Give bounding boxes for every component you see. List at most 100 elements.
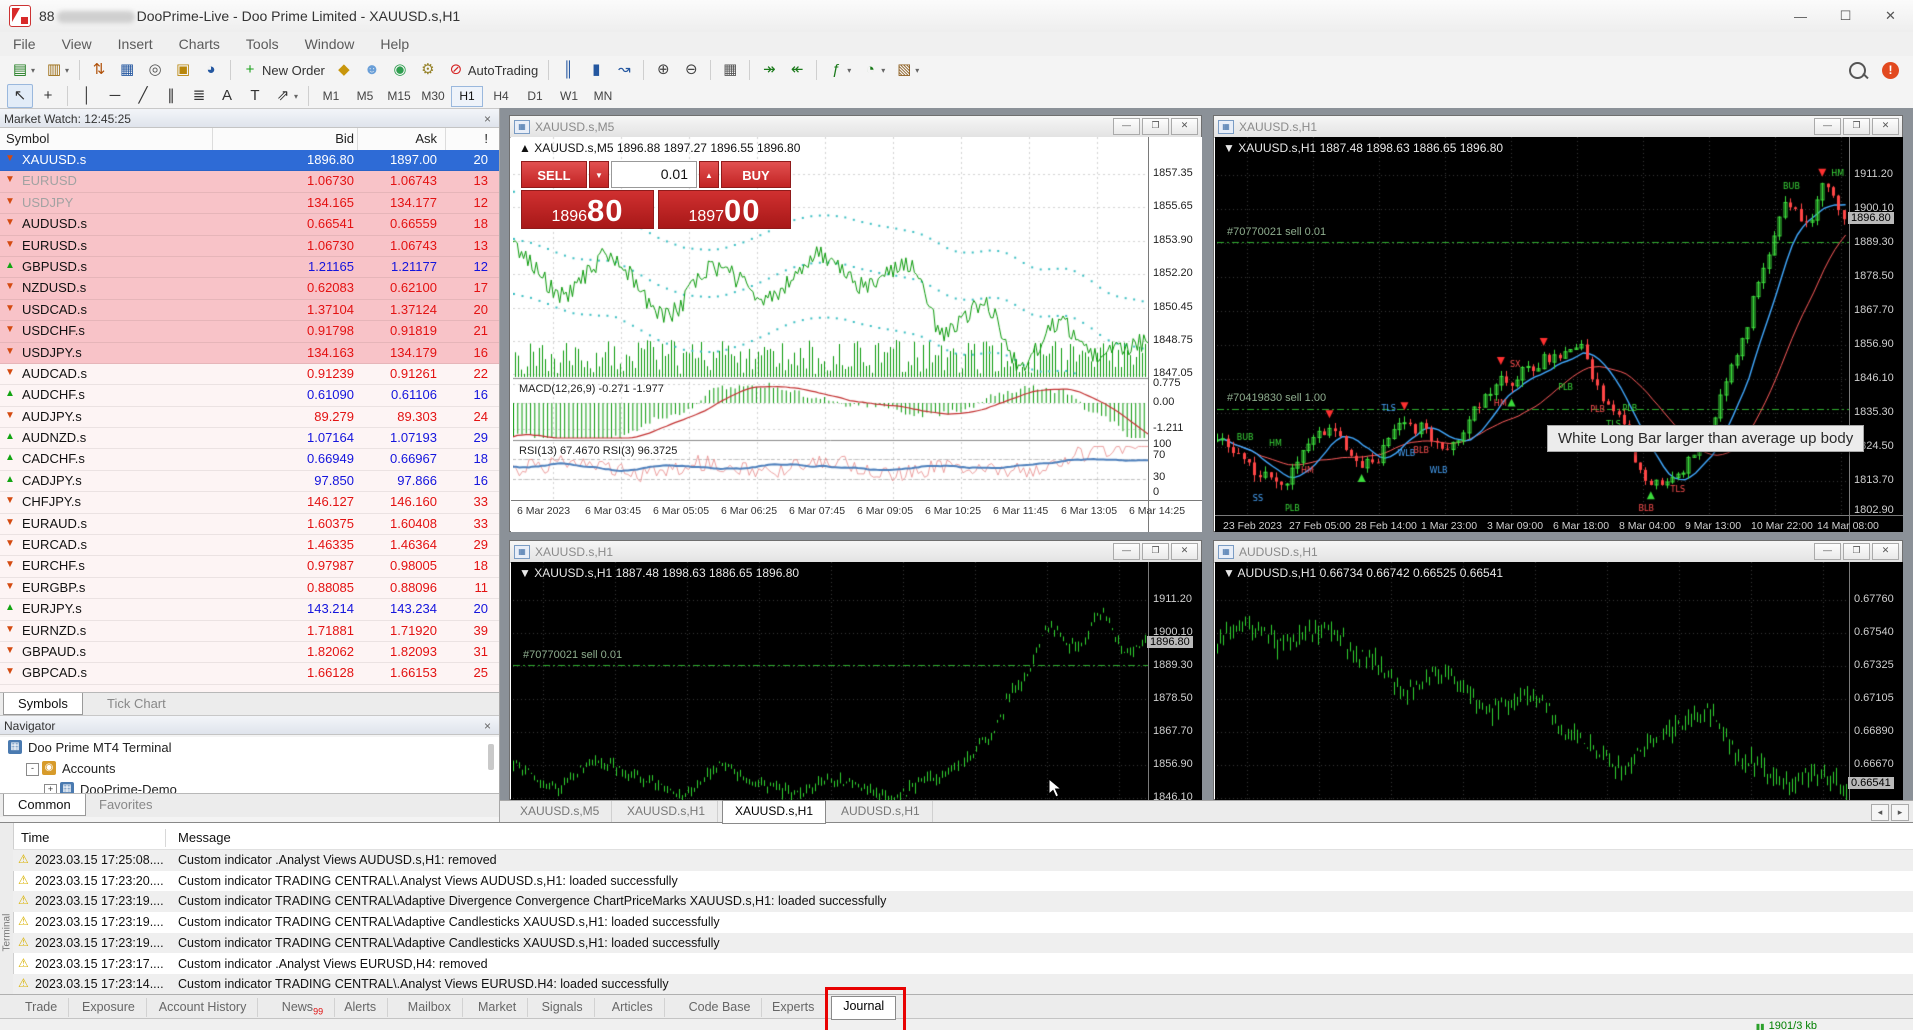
menu-tools[interactable]: Tools	[233, 32, 292, 56]
chart-window-titlebar[interactable]: ▦XAUUSD.s,M5—❐✕	[510, 116, 1201, 138]
trendline-tool[interactable]: ╱	[130, 84, 156, 108]
menu-charts[interactable]: Charts	[166, 32, 233, 56]
navigator-scrollbar[interactable]	[488, 744, 494, 770]
terminal-tab-news[interactable]: News99	[271, 998, 335, 1017]
period-m30[interactable]: M30	[417, 86, 449, 107]
chart-window-1[interactable]: ▦XAUUSD.s,M5—❐✕▲ XAUUSD.s,M5 1896.88 189…	[509, 115, 1202, 532]
label-tool[interactable]: T	[242, 84, 268, 108]
terminal-tab-account-history[interactable]: Account History	[148, 998, 259, 1017]
market-watch-row-eurcad.s[interactable]: ▼EURCAD.s1.463351.4636429	[0, 535, 499, 556]
notification-icon[interactable]: !	[1882, 62, 1899, 79]
market-watch-row-gbpaud.s[interactable]: ▼GBPAUD.s1.820621.8209331	[0, 642, 499, 663]
market-watch-row-eurusd[interactable]: ▼EURUSD1.067301.0674313	[0, 171, 499, 192]
terminal-toggle[interactable]: ▣	[170, 58, 196, 82]
arrows-tool[interactable]: ⇗▾	[270, 84, 302, 108]
terminal-tab-journal[interactable]: Journal	[831, 996, 896, 1020]
chart-window-4[interactable]: ▦AUDUSD.s,H1—❐✕▼ AUDUSD.s,H1 0.66734 0.6…	[1213, 540, 1903, 800]
chart-canvas[interactable]	[513, 562, 1148, 800]
chart-window-titlebar[interactable]: ▦XAUUSD.s,H1—❐✕	[510, 541, 1201, 563]
chart-minimize-button[interactable]: —	[1113, 118, 1140, 135]
column-header-symbol[interactable]: Symbol	[6, 131, 49, 146]
indicators-button[interactable]: ƒ▾	[823, 58, 855, 82]
market-watch-row-audnzd.s[interactable]: ▲AUDNZD.s1.071641.0719329	[0, 428, 499, 449]
market-watch-tab-tick-chart[interactable]: Tick Chart	[93, 693, 180, 715]
market-watch-tab-symbols[interactable]: Symbols	[3, 693, 83, 715]
market-watch-row-audjpy.s[interactable]: ▼AUDJPY.s89.27989.30324	[0, 407, 499, 428]
market-watch-row-chfjpy.s[interactable]: ▼CHFJPY.s146.127146.16033	[0, 492, 499, 513]
cursor-tool[interactable]: ↖	[7, 84, 33, 108]
profiles-button[interactable]: ▥▾	[41, 58, 73, 82]
market-watch-row-audcad.s[interactable]: ▼AUDCAD.s0.912390.9126122	[0, 364, 499, 385]
chart-close-button[interactable]: ✕	[1872, 118, 1899, 135]
column-header-bid[interactable]: Bid	[335, 131, 354, 146]
chart-tab-xauusd.s,h1[interactable]: XAUUSD.s,H1	[722, 800, 826, 824]
search-icon[interactable]	[1849, 62, 1866, 79]
navigator-item-doo-prime-mt4-terminal[interactable]: ▦Doo Prime MT4 Terminal	[0, 737, 499, 758]
market-watch-row-eurnzd.s[interactable]: ▼EURNZD.s1.718811.7192039	[0, 621, 499, 642]
chart-canvas[interactable]	[1217, 137, 1849, 515]
market-watch-toggle[interactable]: ⇅	[86, 58, 112, 82]
terminal-tab-market[interactable]: Market	[467, 998, 528, 1017]
chart-window-2[interactable]: ▦XAUUSD.s,H1—❐✕▼ XAUUSD.s,H1 1887.48 189…	[1213, 115, 1903, 532]
sell-price-display[interactable]: 189680	[521, 190, 654, 229]
chart-tabs-scroll-left[interactable]: ◂	[1871, 804, 1889, 821]
market-watch-row-eurchf.s[interactable]: ▼EURCHF.s0.979870.9800518	[0, 556, 499, 577]
market-watch-row-gbpcad.s[interactable]: ▼GBPCAD.s1.661281.6615325	[0, 663, 499, 684]
period-m1[interactable]: M1	[315, 86, 347, 107]
period-m15[interactable]: M15	[383, 86, 415, 107]
signals-icon[interactable]: ◉	[387, 58, 413, 82]
column-header-![interactable]: !	[484, 131, 488, 146]
chart-area[interactable]: ▼ AUDUSD.s,H1 0.66734 0.66742 0.66525 0.…	[1215, 562, 1903, 800]
templates-button[interactable]: ▧▾	[891, 58, 923, 82]
fibonacci-tool[interactable]: ≣	[186, 84, 212, 108]
sell-button[interactable]: SELL	[521, 161, 587, 188]
chart-window-titlebar[interactable]: ▦AUDUSD.s,H1—❐✕	[1214, 541, 1902, 563]
line-chart-button[interactable]: ↝	[611, 58, 637, 82]
channel-tool[interactable]: ∥	[158, 84, 184, 108]
collapse-icon[interactable]: -	[26, 763, 39, 776]
crosshair-tool[interactable]: +	[35, 84, 61, 108]
new-order-button[interactable]: +New Order	[237, 58, 329, 82]
periods-button[interactable]: ◔▾	[857, 58, 889, 82]
maximize-button[interactable]: ☐	[1823, 1, 1868, 31]
chart-restore-button[interactable]: ❐	[1843, 118, 1870, 135]
vertical-line-tool[interactable]: │	[74, 84, 100, 108]
chart-area[interactable]: ▲ XAUUSD.s,M5 1896.88 1897.27 1896.55 18…	[511, 137, 1202, 532]
market-watch-row-usdcad.s[interactable]: ▼USDCAD.s1.371041.3712420	[0, 300, 499, 321]
terminal-tab-alerts[interactable]: Alerts	[333, 998, 388, 1017]
chart-restore-button[interactable]: ❐	[1142, 543, 1169, 560]
column-header-ask[interactable]: Ask	[415, 131, 437, 146]
tile-windows-button[interactable]: ▦	[717, 58, 743, 82]
period-w1[interactable]: W1	[553, 86, 585, 107]
market-watch-close-icon[interactable]: ×	[484, 109, 491, 129]
market-watch-row-euraud.s[interactable]: ▼EURAUD.s1.603751.6040833	[0, 514, 499, 535]
chart-area[interactable]: ▼ XAUUSD.s,H1 1887.48 1898.63 1886.65 18…	[1215, 137, 1903, 532]
chart-minimize-button[interactable]: —	[1113, 543, 1140, 560]
terminal-tab-signals[interactable]: Signals	[531, 998, 595, 1017]
terminal-tab-experts[interactable]: Experts	[761, 998, 826, 1017]
metaeditor-icon[interactable]: ☻	[359, 58, 385, 82]
volume-input[interactable]: 0.01	[611, 161, 697, 188]
terminal-tab-exposure[interactable]: Exposure	[71, 998, 147, 1017]
period-mn[interactable]: MN	[587, 86, 619, 107]
minimize-button[interactable]: —	[1778, 1, 1823, 31]
market-watch-row-cadjpy.s[interactable]: ▲CADJPY.s97.85097.86616	[0, 471, 499, 492]
chart-minimize-button[interactable]: —	[1814, 543, 1841, 560]
menu-help[interactable]: Help	[367, 32, 422, 56]
terminal-tab-mailbox[interactable]: Mailbox	[397, 998, 463, 1017]
chart-tab-xauusd.s,m5[interactable]: XAUUSD.s,M5	[508, 801, 612, 822]
terminal-tab-articles[interactable]: Articles	[601, 998, 665, 1017]
chart-close-button[interactable]: ✕	[1872, 543, 1899, 560]
period-m5[interactable]: M5	[349, 86, 381, 107]
market-watch-row-eurusd.s[interactable]: ▼EURUSD.s1.067301.0674313	[0, 236, 499, 257]
market-watch-row-audusd.s[interactable]: ▼AUDUSD.s0.665410.6655918	[0, 214, 499, 235]
horizontal-line-tool[interactable]: ─	[102, 84, 128, 108]
market-watch-row-eurjpy.s[interactable]: ▲EURJPY.s143.214143.23420	[0, 599, 499, 620]
bar-chart-button[interactable]: ║	[555, 58, 581, 82]
chart-window-titlebar[interactable]: ▦XAUUSD.s,H1—❐✕	[1214, 116, 1902, 138]
terminal-tab-trade[interactable]: Trade	[14, 998, 69, 1017]
chart-close-button[interactable]: ✕	[1171, 543, 1198, 560]
options-icon[interactable]: ⚙	[415, 58, 441, 82]
period-h4[interactable]: H4	[485, 86, 517, 107]
chart-shift-button[interactable]: ↞	[784, 58, 810, 82]
